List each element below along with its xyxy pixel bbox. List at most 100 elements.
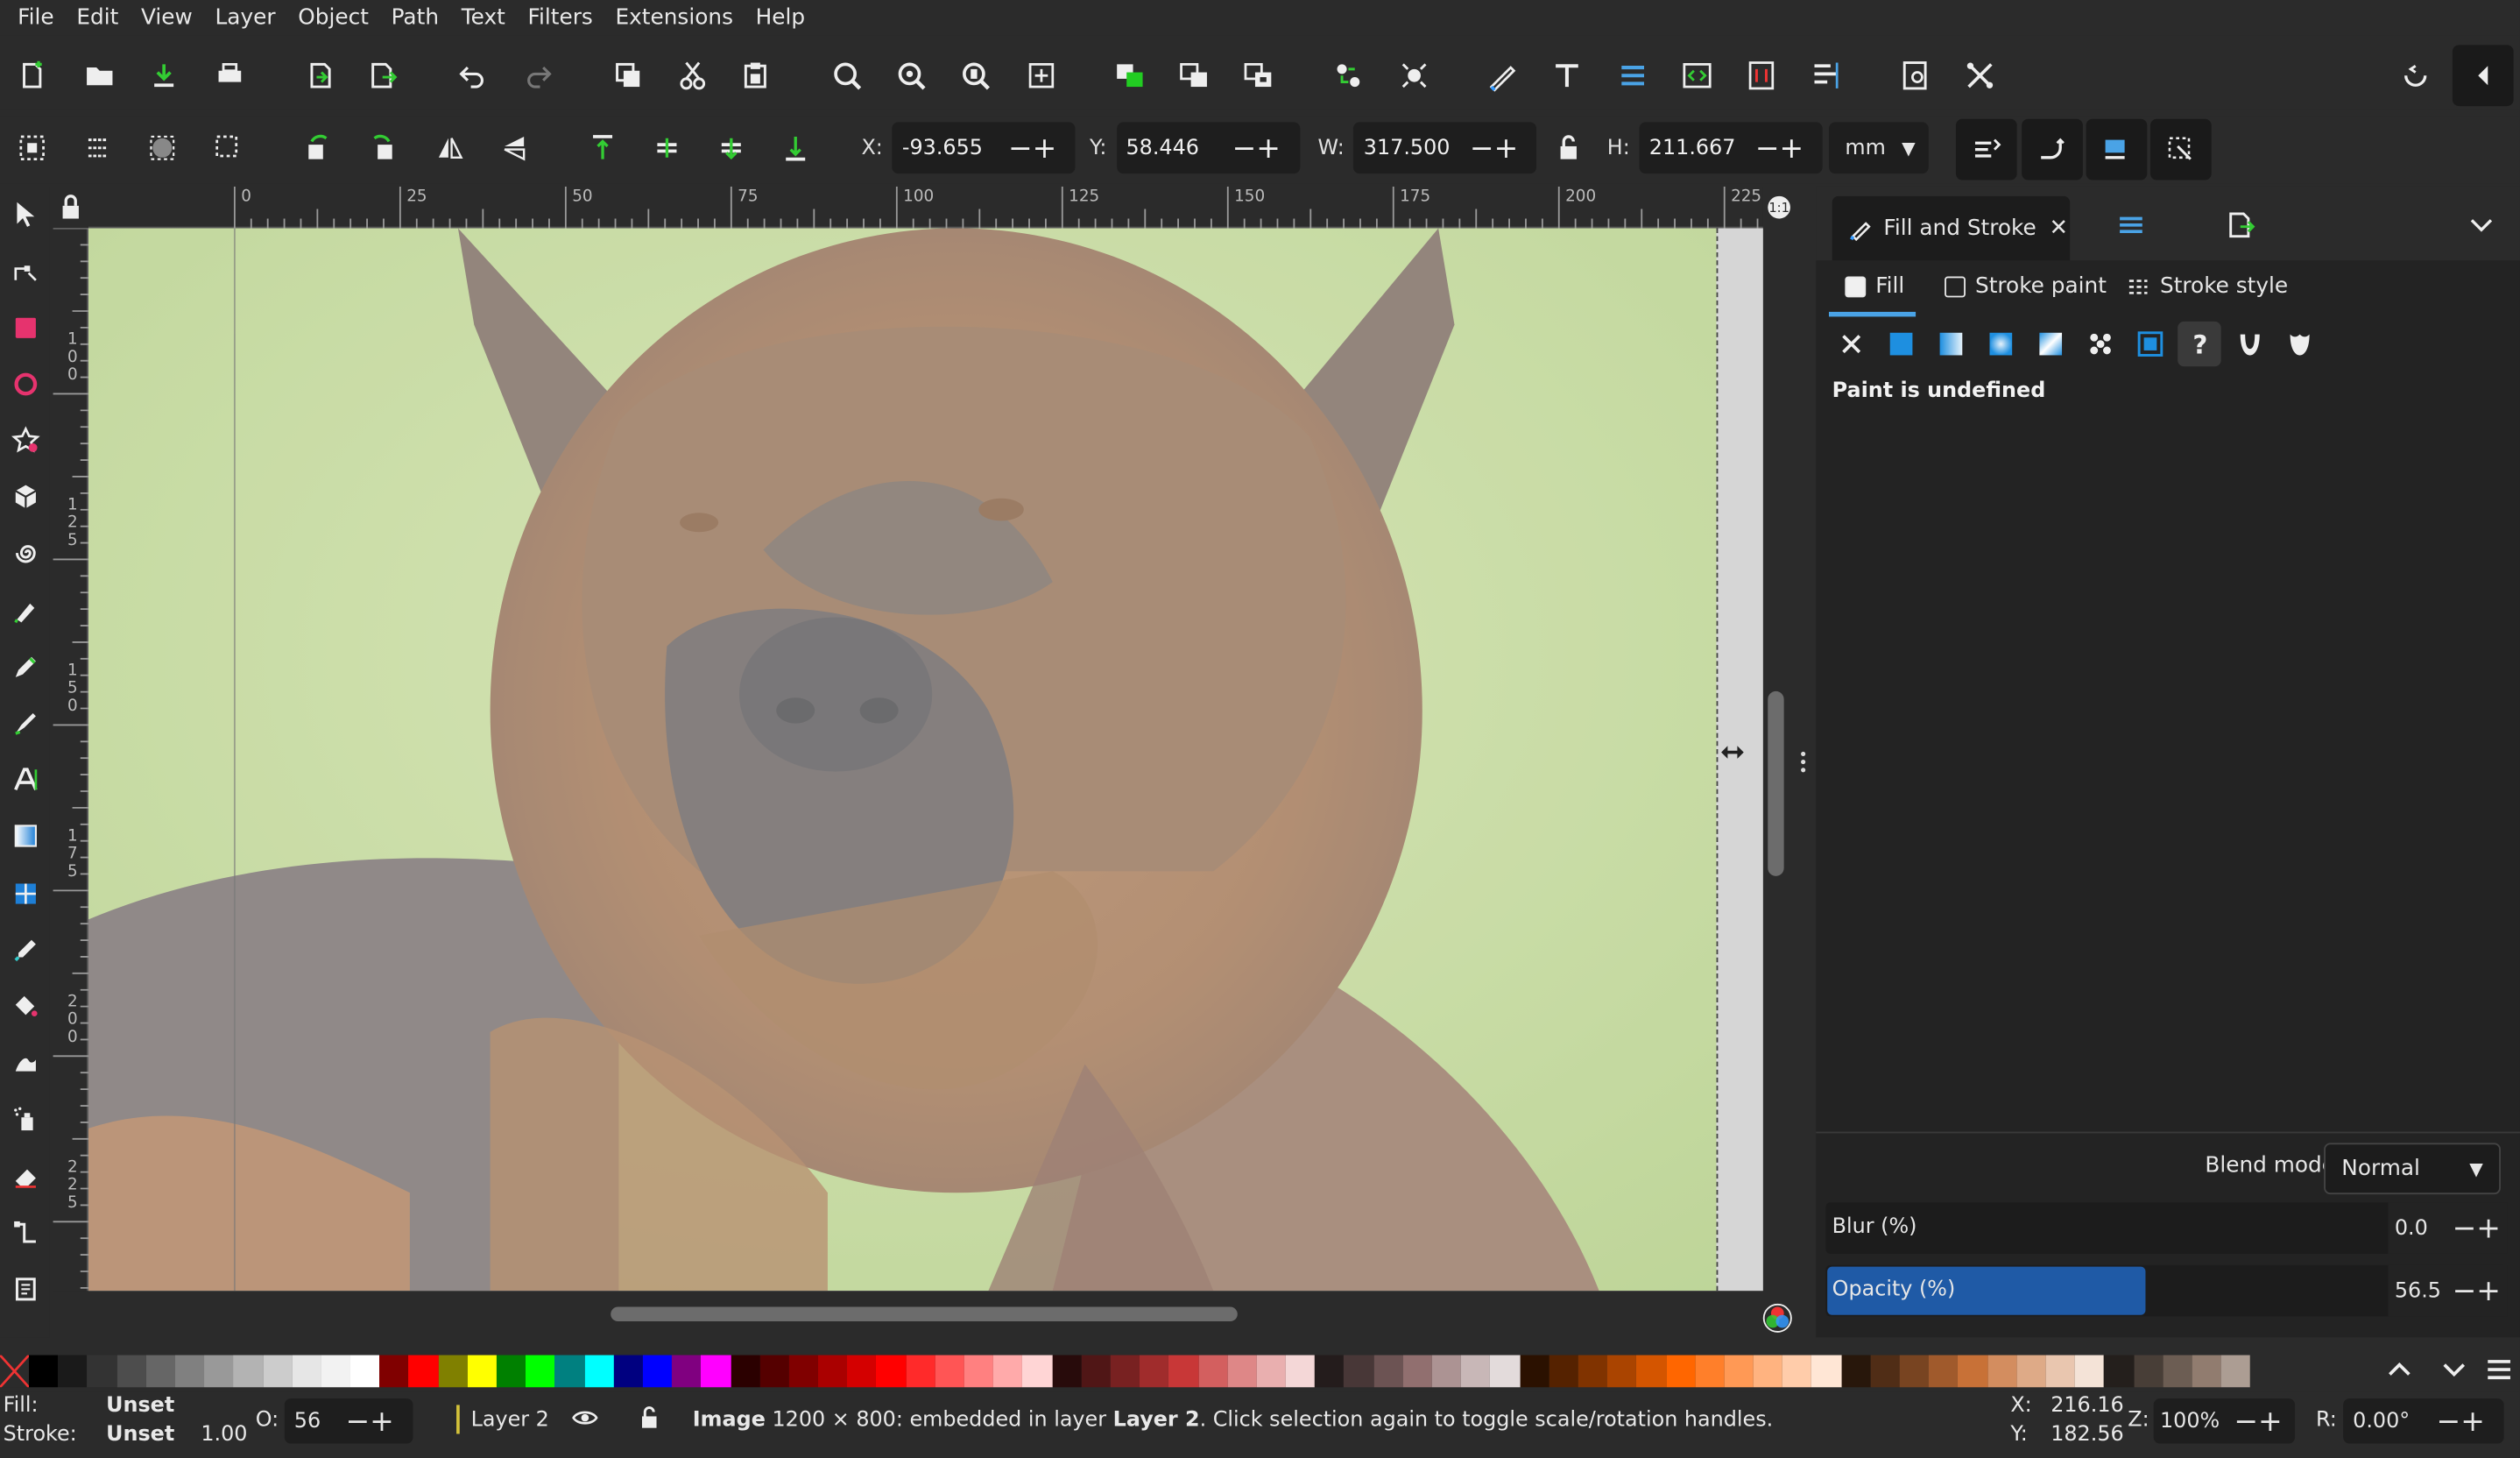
w-field[interactable]: 317.500 −+ [1353, 122, 1537, 174]
palette-swatch[interactable] [1197, 1355, 1228, 1388]
collapse-icon[interactable] [2452, 45, 2514, 107]
layers-icon[interactable] [1610, 53, 1655, 98]
pen-tool-icon[interactable] [6, 591, 45, 630]
select-all-layers-icon[interactable] [75, 125, 120, 170]
h-value[interactable]: 211.667 [1649, 136, 1755, 160]
canvas[interactable] [88, 228, 1763, 1292]
preferences-icon[interactable] [1958, 53, 2002, 98]
close-icon[interactable]: ✕ [2049, 216, 2068, 241]
palette-swatch[interactable] [1227, 1355, 1257, 1388]
menu-filters[interactable]: Filters [517, 0, 604, 35]
palette-swatch[interactable] [29, 1355, 59, 1388]
raise-icon[interactable] [645, 125, 689, 170]
menu-path[interactable]: Path [380, 0, 450, 35]
palette-swatch[interactable] [730, 1355, 760, 1388]
flip-vertical-icon[interactable] [491, 125, 536, 170]
scale-handle-icon[interactable] [1721, 736, 1744, 759]
stroke-width[interactable]: 1.00 [201, 1423, 247, 1447]
zoom-value[interactable]: 100% [2160, 1409, 2234, 1433]
new-document-icon[interactable] [10, 53, 54, 98]
palette-swatch[interactable] [408, 1355, 439, 1388]
unit-select[interactable]: mm ▼ [1829, 122, 1929, 174]
print-icon[interactable] [208, 53, 252, 98]
palette-swatch[interactable] [2045, 1355, 2075, 1388]
paint-bucket-tool-icon[interactable] [6, 987, 45, 1025]
text-font-icon[interactable] [1544, 53, 1589, 98]
fill-rule-nonzero-icon[interactable] [2277, 322, 2321, 366]
palette-swatch[interactable] [204, 1355, 234, 1388]
pattern-icon[interactable] [2078, 322, 2121, 366]
palette-swatch[interactable] [818, 1355, 848, 1388]
duplicate-icon[interactable] [606, 53, 651, 98]
palette-swatch[interactable] [1929, 1355, 1959, 1388]
palette-swatch[interactable] [847, 1355, 877, 1388]
document-properties-icon[interactable] [1893, 53, 1938, 98]
palette-swatch[interactable] [1051, 1355, 1082, 1388]
palette-swatch[interactable] [526, 1355, 555, 1388]
fill-rule-evenodd-icon[interactable] [2227, 322, 2271, 366]
move-patterns-icon[interactable] [2149, 118, 2212, 180]
palette-swatch[interactable] [906, 1355, 935, 1388]
opacity-value[interactable]: 56.5 [2395, 1278, 2441, 1303]
palette-swatch[interactable] [2220, 1355, 2251, 1388]
palette-swatch[interactable] [1110, 1355, 1140, 1388]
y-field[interactable]: 58.446 −+ [1116, 122, 1300, 174]
selector-tool-icon[interactable] [6, 195, 45, 233]
spiral-tool-icon[interactable] [6, 534, 45, 572]
menu-text[interactable]: Text [450, 0, 517, 35]
zoom-stepper[interactable]: −+ [2234, 1405, 2282, 1439]
palette-swatch[interactable] [613, 1355, 643, 1388]
export-tab-icon[interactable] [2218, 202, 2262, 247]
palette-down-icon[interactable] [2433, 1350, 2475, 1389]
palette-swatch[interactable] [1958, 1355, 1987, 1388]
palette-swatch[interactable] [1870, 1355, 1900, 1388]
palette-swatch[interactable] [1315, 1355, 1345, 1388]
palette-swatch[interactable] [2163, 1355, 2192, 1388]
tab-fill[interactable]: Fill [1845, 273, 1904, 299]
stroke-value[interactable]: Unset [106, 1423, 174, 1447]
undo-icon[interactable] [450, 53, 495, 98]
palette-swatch[interactable] [1285, 1355, 1316, 1388]
opacity-status-value[interactable]: 56 [294, 1409, 346, 1433]
connector-tool-icon[interactable] [6, 1214, 45, 1252]
palette-swatch[interactable] [1811, 1355, 1841, 1388]
rotate-cw-icon[interactable] [360, 125, 405, 170]
open-icon[interactable] [77, 53, 122, 98]
opacity-field[interactable]: 56.5 −+ [2388, 1264, 2508, 1317]
mesh-gradient-icon[interactable] [2029, 322, 2072, 366]
redo-icon[interactable] [516, 53, 561, 98]
lower-to-bottom-icon[interactable] [773, 125, 818, 170]
fill-value[interactable]: Unset [106, 1394, 174, 1419]
xml-path-icon[interactable] [1480, 53, 1525, 98]
horizontal-ruler[interactable]: 0 25 50 75 100 125 150 175 200 225 [88, 186, 1763, 229]
palette-swatch[interactable] [701, 1355, 731, 1388]
opacity-status-stepper[interactable]: −+ [345, 1405, 393, 1439]
dog-image[interactable] [88, 228, 1717, 1292]
palette-swatch[interactable] [788, 1355, 819, 1388]
palette-swatch[interactable] [1782, 1355, 1812, 1388]
vertical-scrollbar[interactable] [1768, 690, 1784, 876]
group-icon[interactable] [1107, 53, 1152, 98]
palette-swatch[interactable] [2074, 1355, 2105, 1388]
rotation-value[interactable]: 0.00° [2353, 1409, 2436, 1433]
palette-swatch[interactable] [350, 1355, 380, 1388]
no-color-swatch[interactable] [0, 1354, 31, 1389]
rotation-stepper[interactable]: −+ [2437, 1405, 2485, 1439]
palette-swatch[interactable] [1578, 1355, 1608, 1388]
palette-swatch[interactable] [1519, 1355, 1549, 1388]
text-tool-icon[interactable] [6, 761, 45, 799]
tab-stroke-style[interactable]: Stroke style [2126, 273, 2288, 299]
gradient-tool-icon[interactable] [6, 817, 45, 855]
blur-stepper[interactable]: −+ [2453, 1211, 2501, 1245]
x-value[interactable]: -93.655 [902, 136, 1008, 160]
palette-swatch[interactable] [116, 1355, 146, 1388]
spray-tool-icon[interactable] [6, 1100, 45, 1138]
blend-mode-select[interactable]: Normal ▼ [2324, 1143, 2501, 1195]
scale-stroke-icon[interactable] [1955, 118, 2017, 180]
palette-swatch[interactable] [759, 1355, 789, 1388]
color-management-icon[interactable] [1761, 1302, 1794, 1334]
swatch-icon[interactable] [2128, 322, 2171, 366]
ellipse-tool-icon[interactable] [6, 364, 45, 403]
linear-gradient-icon[interactable] [1929, 322, 1973, 366]
palette-swatch[interactable] [1402, 1355, 1432, 1388]
